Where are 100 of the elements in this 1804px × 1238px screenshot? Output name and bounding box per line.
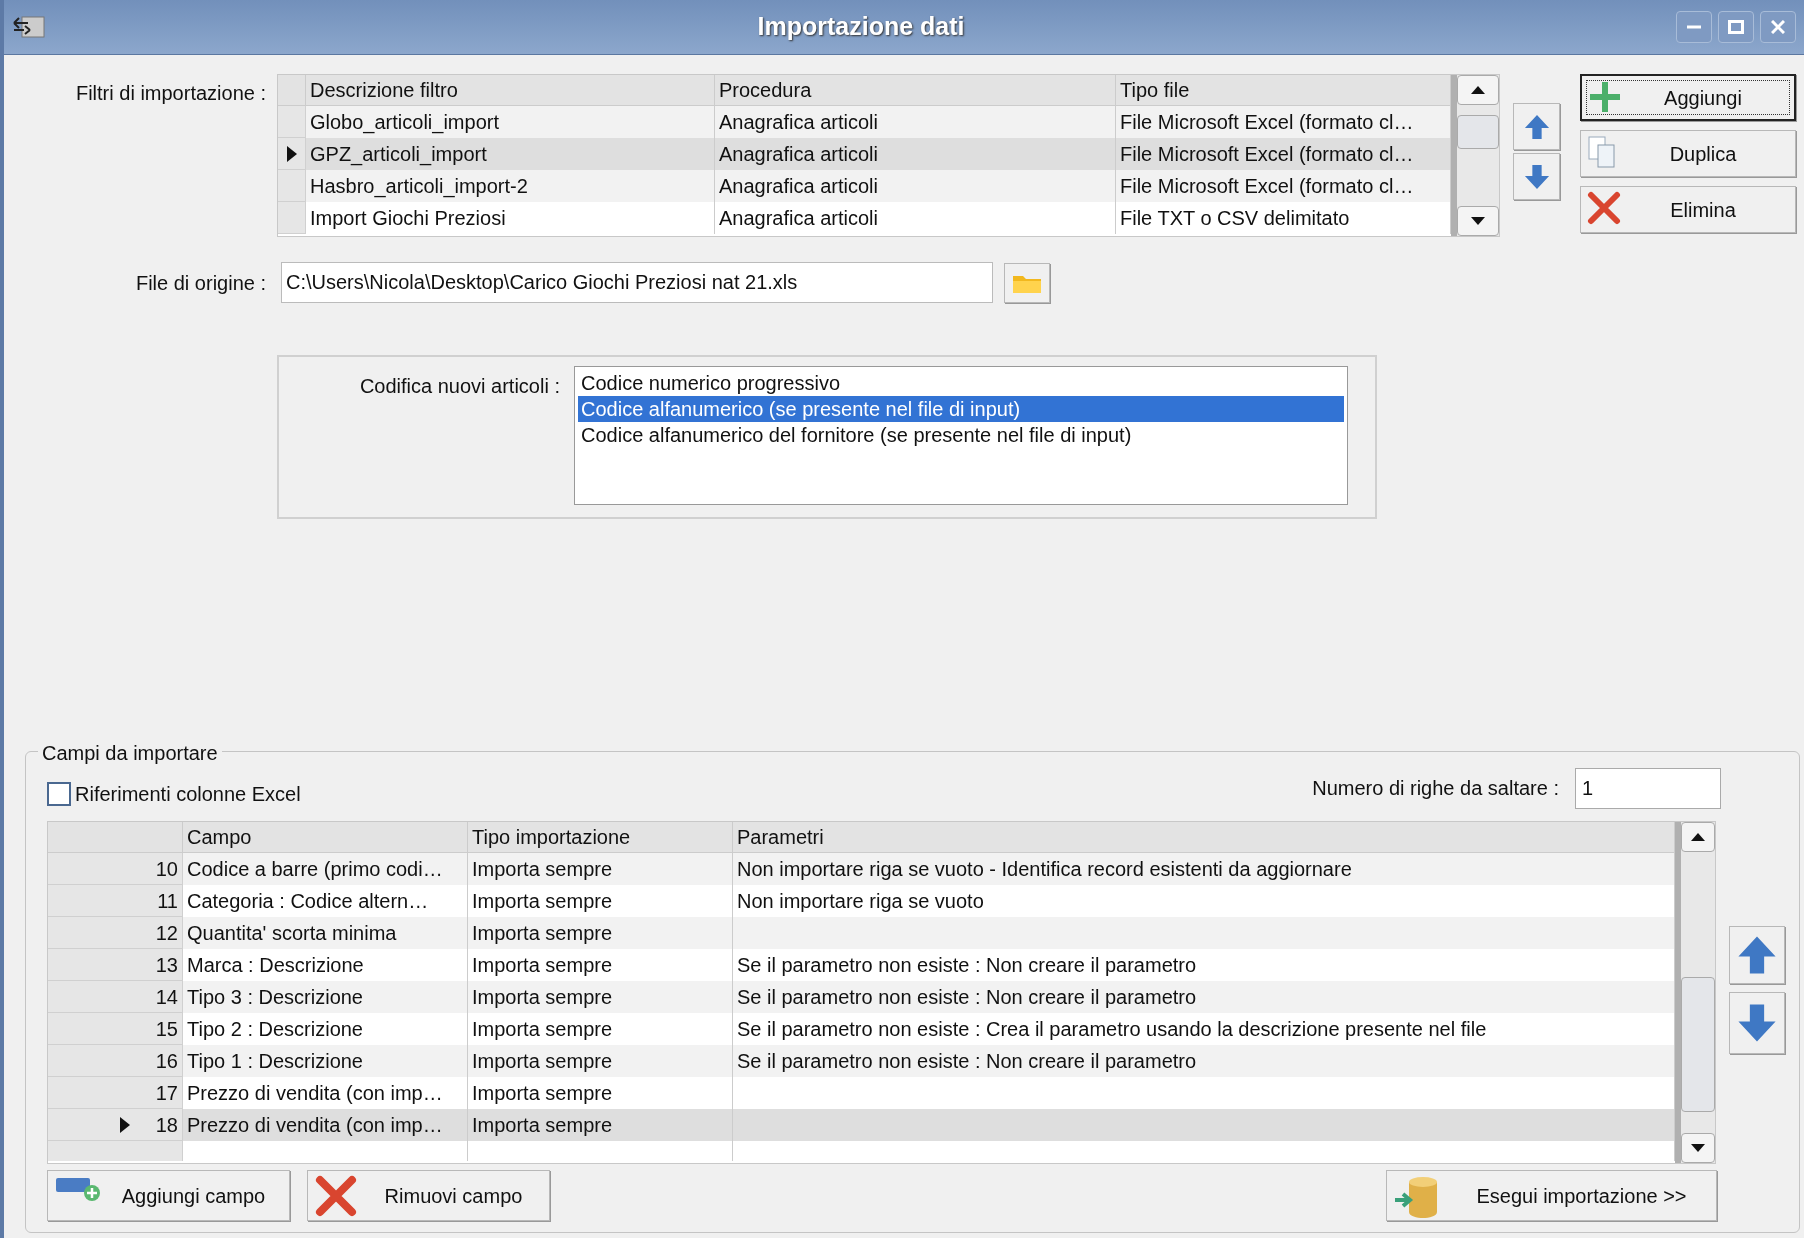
table-cell-text: File Microsoft Excel (formato cl… <box>1120 174 1414 199</box>
move-down-button[interactable] <box>1513 153 1560 200</box>
column-header[interactable]: Descrizione filtro <box>306 75 715 105</box>
column-header[interactable]: Tipo importazione <box>468 822 733 852</box>
table-cell-text: Quantita' scorta minima <box>187 921 397 946</box>
skip-rows-label: Numero di righe da saltare : <box>1312 776 1559 801</box>
close-button[interactable] <box>1760 11 1796 43</box>
move-up-button[interactable] <box>1513 103 1560 150</box>
scrollbar[interactable] <box>1675 822 1715 1163</box>
filters-label: Filtri di importazione : <box>75 81 266 106</box>
table-row[interactable]: 18 Prezzo di vendita (con imp… Importa sempre <box>48 1109 1675 1141</box>
list-item[interactable]: Codice numerico progressivo <box>578 370 1344 396</box>
action-button[interactable]: Rimuovi campo <box>307 1170 550 1221</box>
excel-refs-checkbox[interactable]: Riferimenti colonne Excel <box>47 767 301 809</box>
maximize-button[interactable] <box>1718 11 1754 43</box>
arrow-down-icon <box>1523 163 1550 190</box>
table-row[interactable]: 17 Prezzo di vendita (con imp… Importa sempre <box>48 1077 1675 1109</box>
app-icon <box>12 13 46 41</box>
row-number: 18 <box>155 1112 178 1138</box>
table-cell-text: Se il parametro non esiste : Non creare il parametro <box>737 1049 1197 1074</box>
table-row[interactable]: 10 Codice a barre (primo codi… Importa sempre Non importare riga se vuoto - Identifica record esistenti da aggiornare <box>48 853 1675 885</box>
scroll-down-button[interactable] <box>1457 206 1499 236</box>
row-number: 13 <box>155 952 178 978</box>
triangle-down-icon <box>1691 1144 1705 1152</box>
table-cell-text: Marca : Descrizione <box>187 953 364 978</box>
close-icon <box>1587 191 1621 225</box>
scroll-down-button[interactable] <box>1681 1133 1715 1163</box>
arrow-up-icon <box>1523 113 1550 140</box>
table-cell-text: Importa sempre <box>472 1113 613 1138</box>
minimize-icon <box>1687 25 1701 29</box>
table-cell-text: Anagrafica articoli <box>719 142 878 167</box>
row-number: 17 <box>155 1080 178 1106</box>
table-row[interactable]: GPZ_articoli_import Anagrafica articoli File Microsoft Excel (formato cl… <box>278 138 1451 170</box>
triangle-down-icon <box>1471 217 1485 225</box>
table-cell-text: Prezzo di vendita (con imp… <box>187 1113 443 1138</box>
table-cell-text: Tipo 2 : Descrizione <box>187 1017 363 1042</box>
action-button[interactable]: Esegui importazione >> <box>1386 1170 1717 1221</box>
table-row[interactable]: 15 Tipo 2 : Descrizione Importa sempre Se il parametro non esiste : Crea il parametro usando la descrizione presente nel file <box>48 1013 1675 1045</box>
coding-label: Codifica nuovi articoli : <box>359 374 560 399</box>
action-button[interactable]: Aggiungi <box>1580 74 1796 121</box>
table-cell-text: Anagrafica articoli <box>719 206 878 231</box>
close-icon <box>1771 20 1785 34</box>
action-button[interactable]: Aggiungi campo <box>47 1170 290 1221</box>
table-cell-text: File Microsoft Excel (formato cl… <box>1120 110 1414 135</box>
table-cell-text: Non importare riga se vuoto - Identifica record esistenti da aggiornare <box>737 857 1352 882</box>
scroll-thumb[interactable] <box>1457 115 1499 149</box>
copy-icon <box>1587 135 1617 169</box>
table-cell-text: Importa sempre <box>472 985 613 1010</box>
table-row[interactable]: 14 Tipo 3 : Descrizione Importa sempre Se il parametro non esiste : Non creare il parametro <box>48 981 1675 1013</box>
table-cell-text: Categoria : Codice altern… <box>187 889 429 914</box>
table-cell-text: Anagrafica articoli <box>719 110 878 135</box>
table-row[interactable]: Globo_articoli_import Anagrafica articoli File Microsoft Excel (formato cl… <box>278 106 1451 138</box>
table-cell-text: File Microsoft Excel (formato cl… <box>1120 142 1414 167</box>
source-file-label: File di origine : <box>135 270 266 296</box>
row-number: 11 <box>157 888 178 914</box>
checkbox[interactable] <box>47 782 71 806</box>
arrow-down-icon <box>1737 1003 1777 1043</box>
maximize-icon <box>1728 20 1744 34</box>
column-header[interactable]: Procedura <box>715 75 1116 105</box>
move-up-button[interactable] <box>1729 926 1785 984</box>
list-item[interactable]: Codice alfanumerico del fornitore (se presente nel file di input) <box>578 422 1344 448</box>
table-cell-text: Codice a barre (primo codi… <box>187 857 443 882</box>
table-cell-text: Importa sempre <box>472 857 613 882</box>
action-button[interactable]: Duplica <box>1580 130 1796 177</box>
table-row[interactable]: 16 Tipo 1 : Descrizione Importa sempre Se il parametro non esiste : Non creare il parametro <box>48 1045 1675 1077</box>
table-row[interactable]: 13 Marca : Descrizione Importa sempre Se il parametro non esiste : Non creare il parametro <box>48 949 1675 981</box>
scrollbar[interactable] <box>1451 75 1499 236</box>
table-cell-text: Importa sempre <box>472 889 613 914</box>
move-down-button[interactable] <box>1729 992 1785 1054</box>
skip-rows-field[interactable]: 1 <box>1575 767 1721 809</box>
list-item[interactable]: Codice alfanumerico (se presente nel file di input) <box>578 396 1344 422</box>
table-cell-text: File TXT o CSV delimitato <box>1120 206 1350 231</box>
plus-icon <box>1588 80 1622 114</box>
action-button[interactable]: Elimina <box>1580 186 1796 233</box>
row-pointer-icon <box>286 145 297 162</box>
table-row[interactable]: Hasbro_articoli_import-2 Anagrafica articoli File Microsoft Excel (formato cl… <box>278 170 1451 202</box>
table-row[interactable]: 12 Quantita' scorta minima Importa sempre <box>48 917 1675 949</box>
triangle-up-icon <box>1471 86 1485 94</box>
table-cell-text: Tipo 3 : Descrizione <box>187 985 363 1010</box>
scroll-thumb[interactable] <box>1681 977 1715 1112</box>
window-title: Importazione dati <box>756 11 966 43</box>
row-number: 14 <box>155 984 178 1010</box>
table-cell-text: Hasbro_articoli_import-2 <box>310 174 528 200</box>
file-path-field[interactable]: C:\Users\Nicola\Desktop\Carico Giochi Preziosi nat 21.xls <box>281 262 993 303</box>
row-pointer-icon <box>119 1116 130 1133</box>
table-cell-text: Prezzo di vendita (con imp… <box>187 1081 443 1106</box>
column-header[interactable]: Campo <box>183 822 468 852</box>
table-row[interactable]: Import Giochi Preziosi Anagrafica articoli File TXT o CSV delimitato <box>278 202 1451 234</box>
table-cell-text: Import Giochi Preziosi <box>310 206 506 231</box>
table-cell-text: Importa sempre <box>472 1017 613 1042</box>
table-cell-text: Importa sempre <box>472 921 613 946</box>
row-number: 10 <box>155 856 178 882</box>
table-cell-text: Importa sempre <box>472 1049 613 1074</box>
scroll-up-button[interactable] <box>1681 822 1715 852</box>
triangle-up-icon <box>1691 833 1705 841</box>
scroll-up-button[interactable] <box>1457 75 1499 105</box>
table-cell-text: Se il parametro non esiste : Crea il parametro usando la descrizione presente nel file <box>737 1017 1487 1042</box>
table-cell-text: GPZ_articoli_import <box>310 142 487 168</box>
table-row[interactable]: 11 Categoria : Codice altern… Importa sempre Non importare riga se vuoto <box>48 885 1675 917</box>
minimize-button[interactable] <box>1676 11 1712 43</box>
